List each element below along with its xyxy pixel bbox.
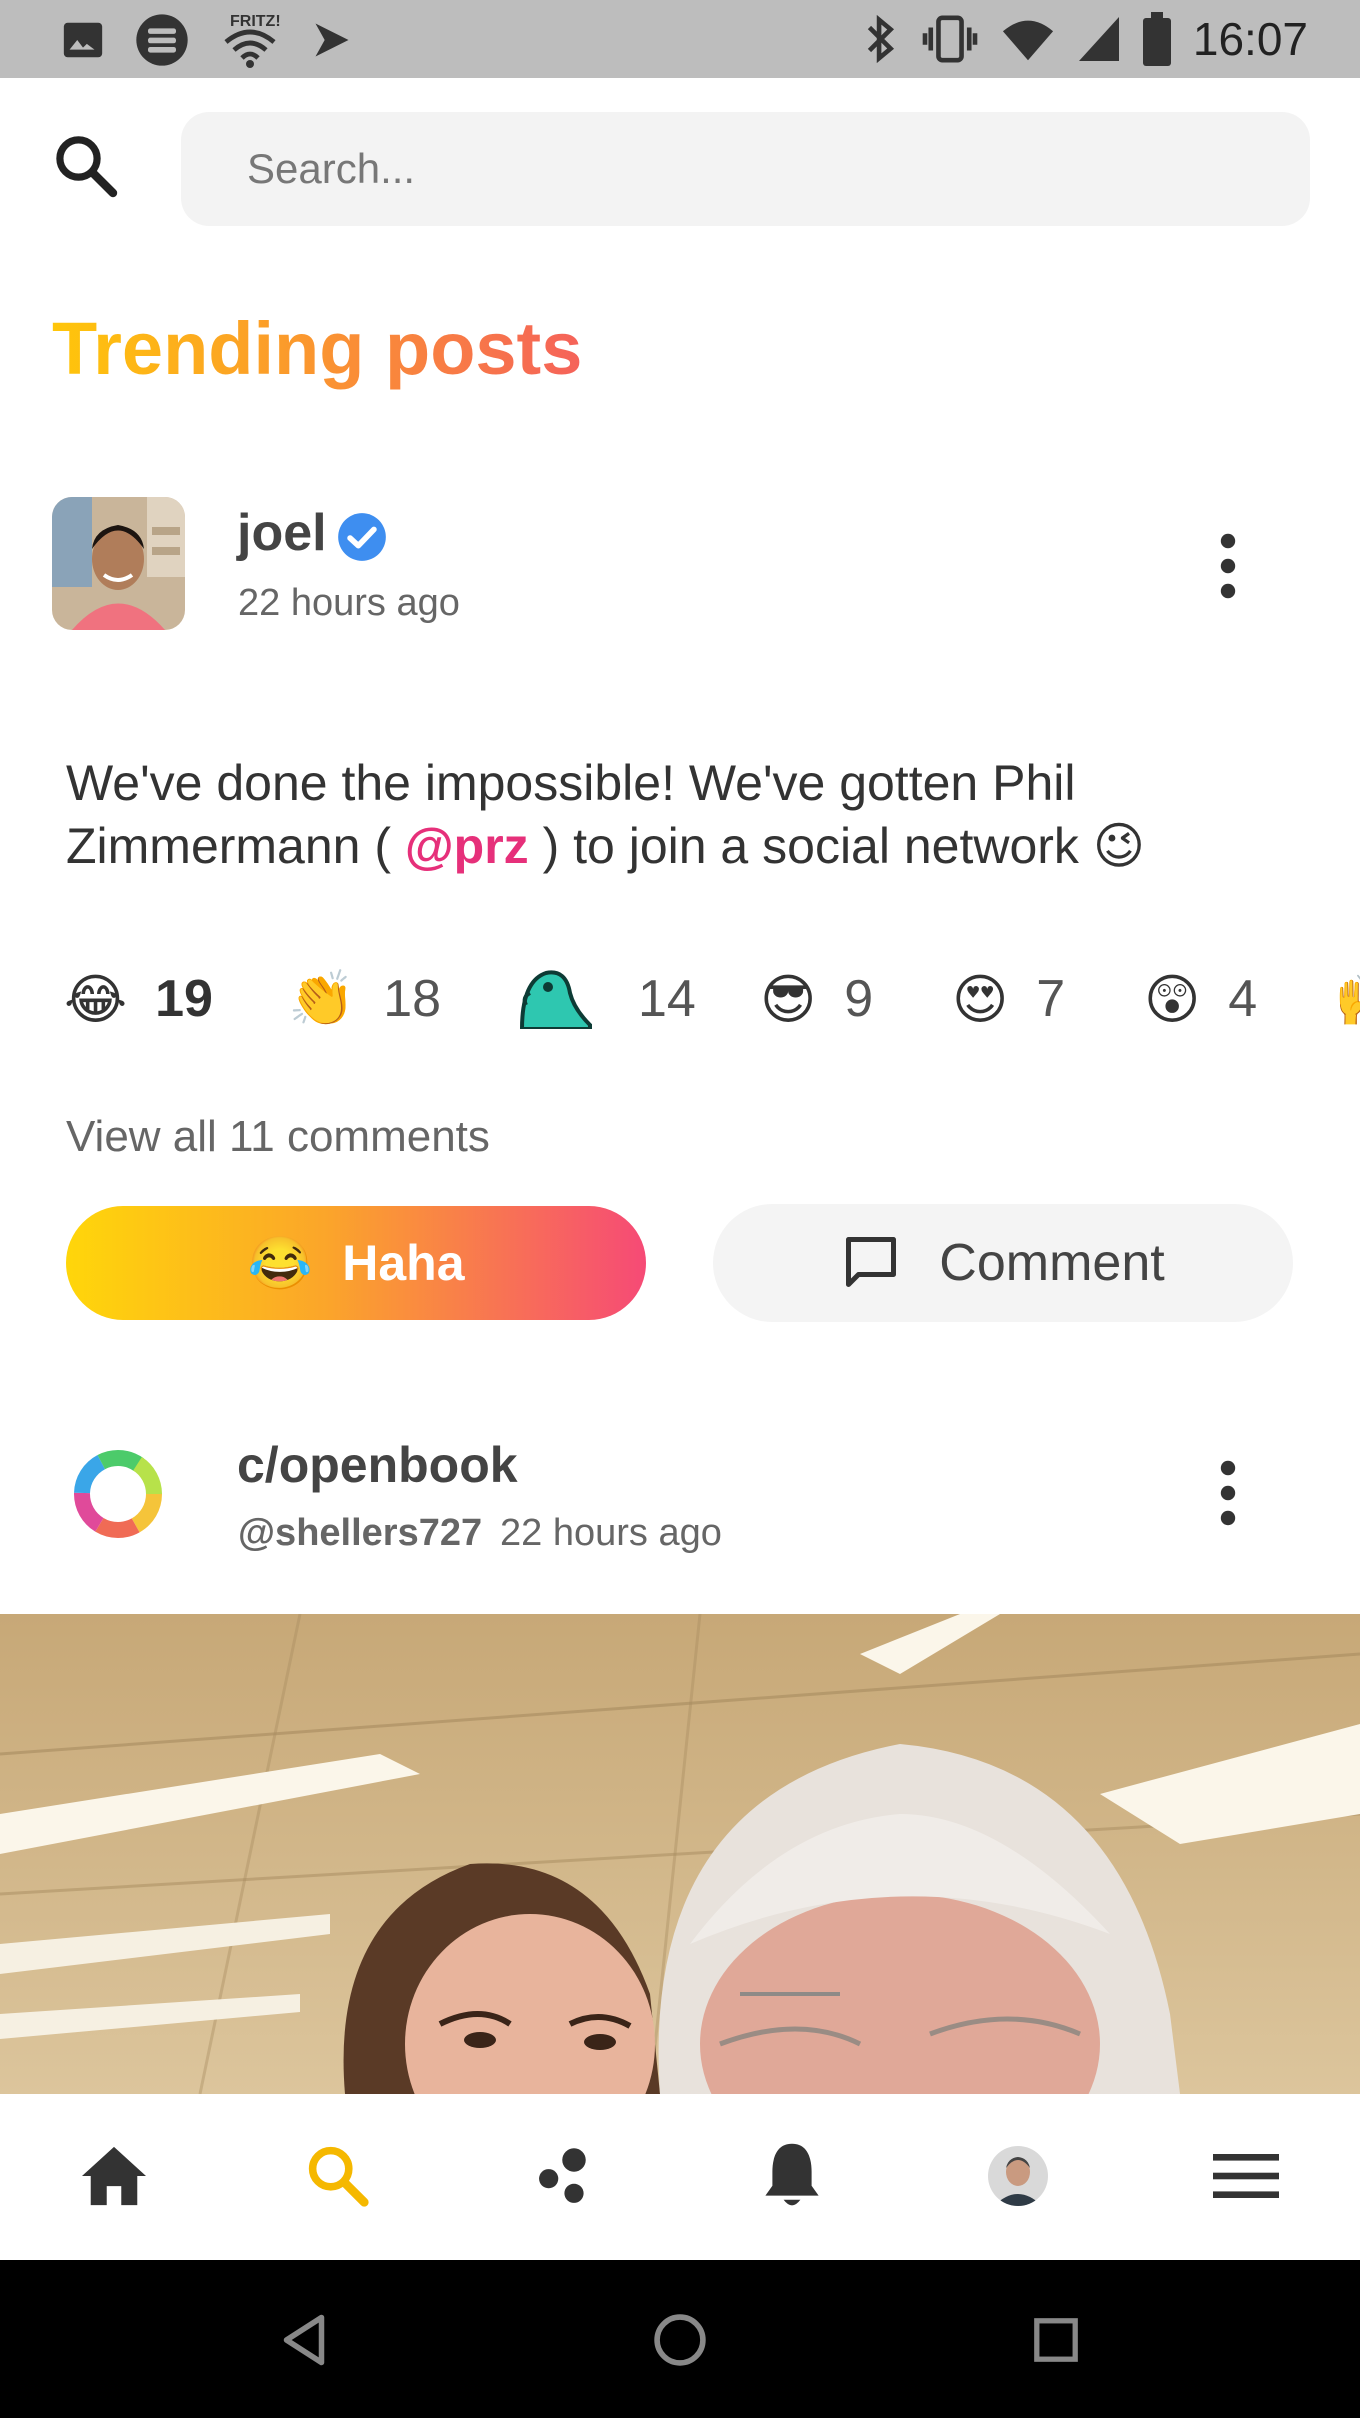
- profile-avatar[interactable]: [978, 2136, 1058, 2216]
- section-title: Trending posts: [52, 307, 583, 390]
- react-haha-button[interactable]: 😂 Haha: [66, 1206, 646, 1320]
- reaction-parrot[interactable]: 14: [514, 964, 696, 1034]
- reaction-emoji: 🙌: [1334, 968, 1360, 1031]
- party-parrot-icon: [514, 965, 594, 1034]
- more-options-icon[interactable]: [1208, 1458, 1248, 1528]
- reaction-emoji: 😂: [64, 969, 128, 1030]
- search-icon[interactable]: [50, 130, 130, 210]
- reaction-count: 19: [155, 970, 213, 1028]
- verified-badge-icon: [336, 511, 388, 563]
- menu-icon[interactable]: [1206, 2136, 1286, 2216]
- reaction-joy[interactable]: 😂 19: [64, 964, 213, 1034]
- reaction-astonished[interactable]: 😲 4: [1144, 964, 1257, 1034]
- battery-icon: [1142, 12, 1171, 66]
- avatar[interactable]: [52, 497, 185, 630]
- system-navigation-bar: [0, 2260, 1360, 2418]
- more-options-icon[interactable]: [1208, 531, 1248, 601]
- reaction-emoji: 👏: [288, 968, 356, 1029]
- search-icon[interactable]: [298, 2136, 378, 2216]
- home-icon[interactable]: [74, 2136, 154, 2216]
- community-avatar[interactable]: [72, 1448, 164, 1540]
- play-icon: [310, 18, 354, 62]
- reaction-emoji: 😎: [760, 969, 817, 1030]
- wink-emoji: 😉: [1092, 818, 1145, 874]
- author-name[interactable]: joel: [237, 503, 327, 563]
- reaction-count: 14: [638, 970, 696, 1028]
- reaction-heart-eyes[interactable]: 😍 7: [952, 964, 1065, 1034]
- reaction-emoji: 😲: [1144, 969, 1201, 1030]
- bottom-navigation: [0, 2094, 1360, 2260]
- search-input[interactable]: [181, 112, 1310, 226]
- post-text: We've done the impossible! We've gotten …: [66, 752, 1306, 878]
- reaction-raised-hands[interactable]: 🙌: [1334, 964, 1360, 1034]
- comment-button[interactable]: Comment: [713, 1204, 1293, 1322]
- post-image[interactable]: [0, 1614, 1360, 2094]
- react-button-label: Haha: [342, 1235, 465, 1291]
- wifi-icon: [1001, 15, 1055, 63]
- reactions-bar[interactable]: 😂 19 👏 18 14 😎 9 😍 7 😲 4 🙌: [0, 964, 1360, 1034]
- view-all-comments-link[interactable]: View all 11 comments: [66, 1112, 490, 1162]
- clock: 16:07: [1192, 13, 1308, 65]
- signal-icon: [1077, 15, 1121, 63]
- reaction-clap[interactable]: 👏 18: [288, 964, 441, 1034]
- community-name[interactable]: c/openbook: [237, 1436, 518, 1494]
- reaction-count: 4: [1228, 970, 1258, 1028]
- post-timestamp: 22 hours ago: [500, 1512, 722, 1554]
- mention-link[interactable]: @prz: [405, 818, 529, 874]
- reaction-emoji: 😍: [952, 969, 1009, 1030]
- status-bar: FRITZ! 16:07: [0, 0, 1360, 78]
- joy-emoji: 😂: [247, 1234, 313, 1293]
- recents-icon[interactable]: [1016, 2300, 1096, 2380]
- community-username[interactable]: @shellers727: [238, 1512, 482, 1555]
- post-text-end: ) to join a social network: [528, 818, 1079, 874]
- fritz-wifi-icon: FRITZ!: [218, 10, 282, 70]
- comment-button-label: Comment: [939, 1234, 1165, 1292]
- reaction-count: 7: [1036, 970, 1066, 1028]
- notifications-icon[interactable]: [752, 2136, 832, 2216]
- vibrate-icon: [921, 14, 979, 64]
- comment-icon: [841, 1232, 901, 1295]
- reaction-count: 18: [383, 970, 442, 1028]
- reaction-cool[interactable]: 😎 9: [760, 964, 873, 1034]
- post-timestamp: 22 hours ago: [238, 582, 460, 624]
- communities-icon[interactable]: [526, 2136, 606, 2216]
- home-circle-icon[interactable]: [640, 2300, 720, 2380]
- image-icon: [60, 17, 106, 63]
- bluetooth-icon: [863, 14, 899, 64]
- reaction-count: 9: [844, 970, 874, 1028]
- svg-text:FRITZ!: FRITZ!: [230, 13, 281, 30]
- back-icon[interactable]: [264, 2300, 344, 2380]
- storage-icon: [134, 12, 190, 68]
